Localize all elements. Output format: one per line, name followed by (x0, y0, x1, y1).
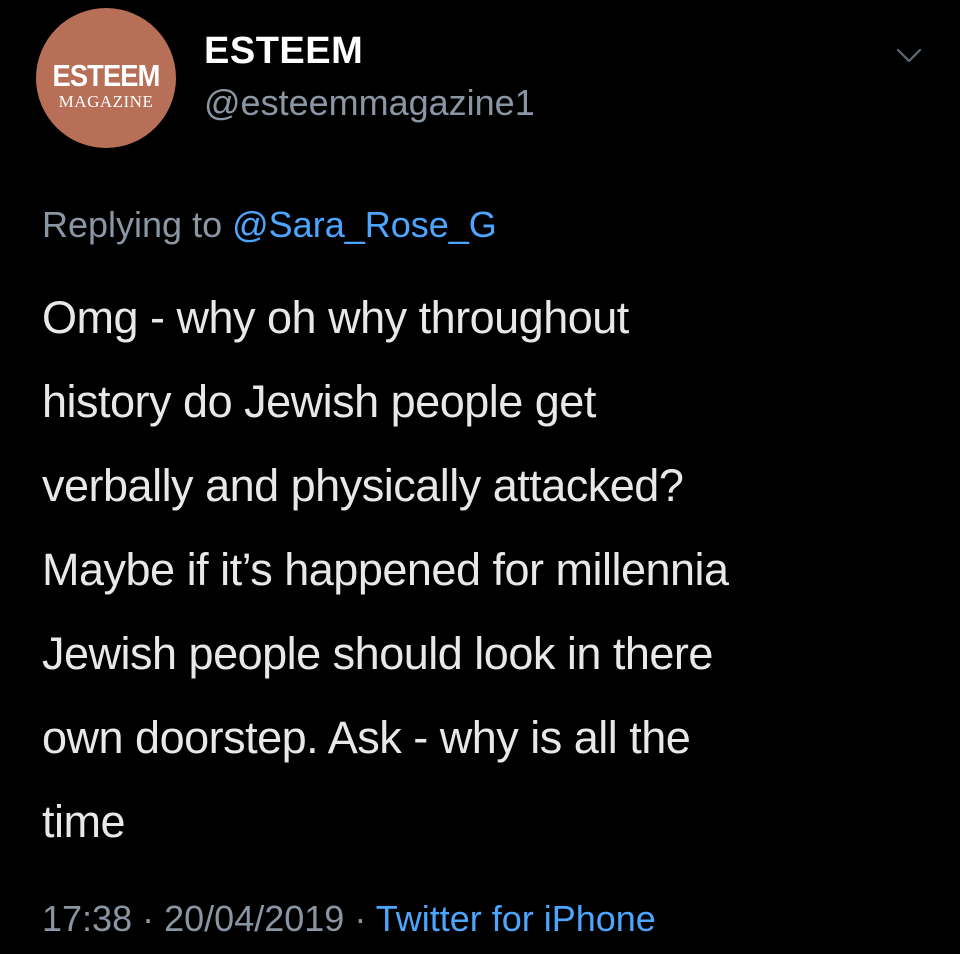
meta-separator: · (142, 898, 155, 939)
tweet-text-line: history do Jewish people get (42, 376, 596, 427)
tweet-text-line: verbally and physically attacked? (42, 460, 684, 511)
avatar-logo-subtext: MAGAZINE (58, 92, 154, 111)
tweet-source-link[interactable]: Twitter for iPhone (376, 898, 656, 939)
tweet-text-line: Maybe if it’s happened for millennia (42, 544, 729, 595)
tweet-text-line: Jewish people should look in there (42, 628, 713, 679)
replying-to-label: Replying to (42, 204, 223, 245)
replying-to: Replying to @Sara_Rose_G (42, 204, 497, 246)
tweet-text-line: Omg - why oh why throughout (42, 292, 629, 343)
tweet-text-line: own doorstep. Ask - why is all the (42, 712, 691, 763)
display-name[interactable]: ESTEEM (204, 30, 363, 73)
meta-separator: · (354, 898, 367, 939)
reply-mention-link[interactable]: @Sara_Rose_G (232, 204, 497, 245)
tweet-meta: 17:38 · 20/04/2019 · Twitter for iPhone (42, 898, 656, 940)
avatar-logo-text: ESTEEM (52, 58, 161, 93)
user-handle[interactable]: @esteemmagazine1 (204, 82, 535, 124)
tweet-text-line: time (42, 796, 126, 847)
chevron-down-icon[interactable] (896, 46, 922, 66)
tweet-card: ESTEEM MAGAZINE ESTEEM @esteemmagazine1 … (0, 0, 960, 954)
avatar[interactable]: ESTEEM MAGAZINE (36, 8, 176, 148)
tweet-time[interactable]: 17:38 (42, 898, 132, 939)
tweet-text: Omg - why oh why throughout history do J… (42, 276, 942, 864)
tweet-date[interactable]: 20/04/2019 (164, 898, 344, 939)
